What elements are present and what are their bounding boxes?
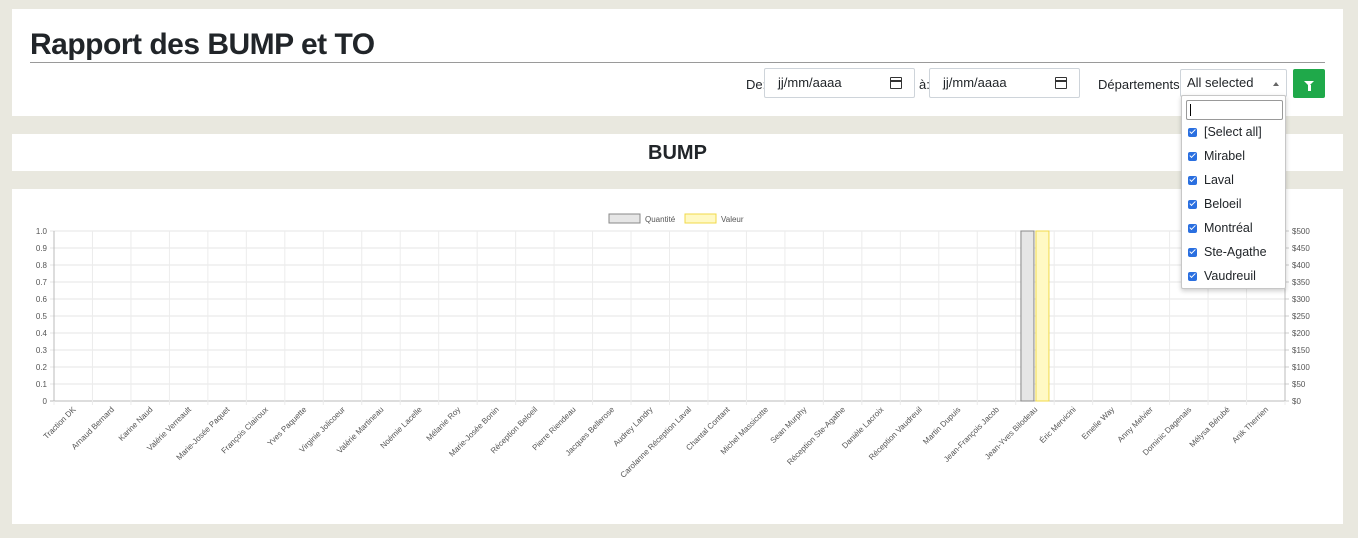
dropdown-option-label: Ste-Agathe [1204,245,1267,259]
right-axis-tick-label: $300 [1292,295,1310,304]
x-axis-tick-label: Noémie Lacelle [379,405,425,451]
dropdown-option[interactable]: Beloeil [1188,194,1242,214]
left-axis-tick-label: 0.4 [36,329,48,338]
checkbox-checked-icon[interactable] [1188,151,1197,161]
left-axis-tick-label: 0.5 [36,312,48,321]
caret-up-icon [1273,82,1279,86]
filter-button[interactable] [1293,69,1325,98]
dropdown-option-label: Beloeil [1204,197,1242,211]
section-header-card: BUMP [12,134,1343,171]
title-divider [30,62,1325,63]
left-axis-tick-label: 0.3 [36,346,48,355]
legend-swatch-valeur [684,213,717,224]
x-axis-tick-label: Anny Melvier [1116,405,1155,444]
right-axis-tick-label: $350 [1292,278,1310,287]
right-axis-tick-label: $450 [1292,244,1310,253]
dropdown-option-label: Vaudreuil [1204,269,1256,283]
departments-label: Départements: [1098,77,1184,92]
dropdown-option[interactable]: Ste-Agathe [1188,242,1267,262]
calendar-icon[interactable] [890,77,902,89]
dropdown-option[interactable]: Vaudreuil [1188,266,1256,286]
x-axis-tick-label: Martin Dupuis [921,405,962,446]
x-axis-tick-label: Traction DK [42,405,78,441]
dropdown-option-label: Laval [1204,173,1234,187]
calendar-icon[interactable] [1055,77,1067,89]
x-axis-tick-label: Mélanie Roy [425,405,463,443]
departments-dropdown: [Select all] Mirabel Laval Beloeil Montréal S… [1181,95,1286,289]
bar-valeur [1035,230,1050,402]
right-axis-tick-label: $150 [1292,346,1310,355]
x-axis-tick-label: Karine Naud [117,405,155,443]
checkbox-checked-icon[interactable] [1188,199,1197,209]
filter-icon [1304,81,1314,91]
left-axis-tick-label: 1.0 [36,227,48,236]
checkbox-checked-icon[interactable] [1188,247,1197,257]
from-date-input[interactable]: jj/mm/aaaa [764,68,915,98]
dropdown-option[interactable]: Laval [1188,170,1234,190]
x-axis-tick-label: Audrey Landry [612,405,655,448]
departments-select[interactable]: All selected [1180,69,1287,97]
x-axis-tick-label: Carolanne Réception Laval [619,405,694,480]
x-axis-tick-label: Emelie Way [1080,405,1116,441]
dropdown-option[interactable]: Mirabel [1188,146,1245,166]
right-axis-tick-label: $50 [1292,380,1306,389]
right-axis-tick-label: $0 [1292,397,1301,406]
left-axis-tick-label: 0.2 [36,363,48,372]
dropdown-option[interactable]: Montréal [1188,218,1253,238]
left-axis-tick-label: 0.1 [36,380,48,389]
dropdown-search-input[interactable] [1186,100,1283,120]
checkbox-checked-icon[interactable] [1188,175,1197,185]
header-card: Rapport des BUMP et TO De: jj/mm/aaaa à:… [12,9,1343,116]
left-axis-tick-label: 0.8 [36,261,48,270]
left-axis-tick-label: 0 [43,397,48,406]
checkbox-checked-icon[interactable] [1188,271,1197,281]
dropdown-option-label: Montréal [1204,221,1253,235]
departments-selected-value: All selected [1187,75,1254,90]
right-axis-tick-label: $250 [1292,312,1310,321]
bar-chart: 0 0.1 0.2 0.3 0.4 0.5 0.6 0.7 0.8 0.9 1.0 $0 $50 $100… [36,213,1310,480]
left-axis-tick-label: 0.6 [36,295,48,304]
x-axis-tick-label: Yves Paquette [266,405,309,448]
right-axis-tick-label: $100 [1292,363,1310,372]
legend-label-valeur: Valeur [721,215,744,224]
right-axis-tick-label: $400 [1292,261,1310,270]
legend-swatch-quantite [608,213,641,224]
dropdown-option-label: Mirabel [1204,149,1245,163]
to-date-placeholder: jj/mm/aaaa [943,75,1007,90]
from-date-placeholder: jj/mm/aaaa [778,75,842,90]
x-axis-tick-label: Sean Murphy [769,405,809,445]
dropdown-option[interactable]: [Select all] [1188,122,1262,142]
page-title: Rapport des BUMP et TO [30,28,375,61]
section-title: BUMP [648,142,707,164]
to-date-input[interactable]: jj/mm/aaaa [929,68,1080,98]
legend-label-quantite: Quantité [645,215,676,224]
right-axis-tick-label: $500 [1292,227,1310,236]
x-axis-tick-label: Anik Therrien [1230,405,1270,445]
right-axis-tick-label: $200 [1292,329,1310,338]
left-axis-tick-label: 0.9 [36,244,48,253]
checkbox-checked-icon[interactable] [1188,223,1197,233]
chart-card: 0 0.1 0.2 0.3 0.4 0.5 0.6 0.7 0.8 0.9 1.0 $0 $50 $100… [12,189,1343,524]
bar-quantite [1020,230,1035,402]
checkbox-checked-icon[interactable] [1188,127,1197,137]
x-axis-tick-label: Éric Mervicini [1038,405,1078,445]
dropdown-option-label: [Select all] [1204,125,1262,139]
x-axis-tick-label: Mélysa Bérubé [1188,405,1232,449]
left-axis-tick-label: 0.7 [36,278,48,287]
